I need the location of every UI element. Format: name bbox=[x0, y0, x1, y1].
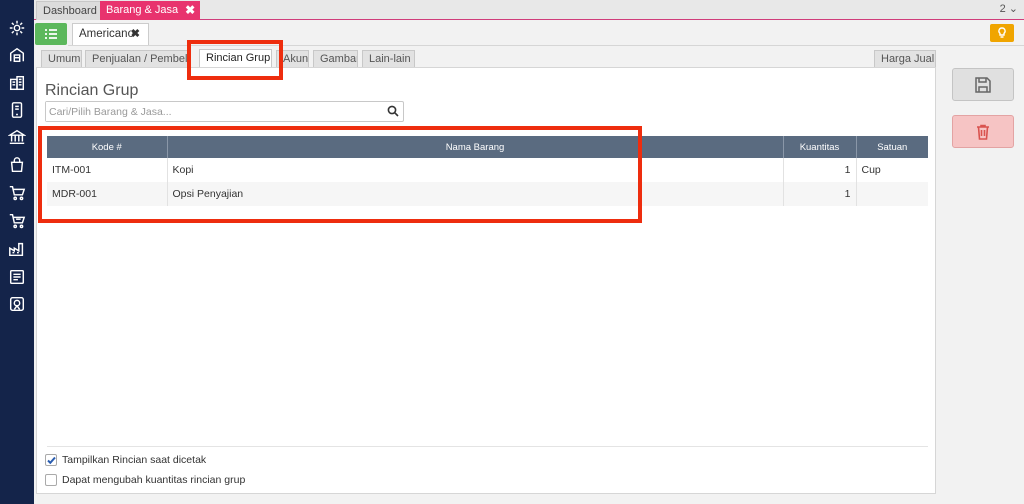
tab-dashboard-label: Dashboard bbox=[43, 5, 97, 17]
print-details-label: Tampilkan Rincian saat dicetak bbox=[62, 454, 207, 466]
warehouse-icon[interactable] bbox=[7, 45, 27, 65]
tab-lain-lain[interactable]: Lain-lain bbox=[362, 50, 415, 68]
badge-icon[interactable] bbox=[7, 294, 27, 314]
document-tab-label: Americano bbox=[79, 28, 134, 40]
bulb-icon bbox=[998, 27, 1006, 38]
page-title: Rincian Grup bbox=[45, 82, 139, 99]
search-input[interactable] bbox=[46, 102, 376, 121]
document-tab[interactable]: Americano ✖ bbox=[72, 23, 149, 45]
mobile-icon[interactable] bbox=[7, 100, 27, 120]
col-kuantitas[interactable]: Kuantitas bbox=[783, 136, 857, 158]
trash-icon bbox=[977, 124, 989, 140]
delete-button[interactable] bbox=[952, 115, 1014, 148]
save-icon bbox=[975, 76, 991, 93]
cell-kuantitas[interactable]: 1 bbox=[783, 182, 857, 206]
highlight-tab-box bbox=[187, 40, 283, 80]
gear-icon[interactable] bbox=[7, 18, 27, 38]
check-icon bbox=[46, 456, 56, 464]
tab-umum[interactable]: Umum bbox=[41, 50, 82, 68]
search-icon[interactable] bbox=[387, 105, 400, 118]
bag-icon[interactable] bbox=[7, 155, 27, 175]
editable-qty-checkbox[interactable] bbox=[45, 474, 57, 486]
editable-qty-option[interactable]: Dapat mengubah kuantitas rincian grup bbox=[45, 473, 245, 487]
building-icon[interactable] bbox=[7, 73, 27, 93]
cart-alt-icon[interactable] bbox=[7, 211, 27, 231]
print-details-option[interactable]: Tampilkan Rincian saat dicetak bbox=[45, 453, 206, 467]
list-icon bbox=[45, 29, 57, 39]
left-sidebar bbox=[0, 0, 34, 504]
close-icon[interactable]: ✖ bbox=[131, 24, 140, 45]
tab-barang-jasa[interactable]: Barang & Jasa ✖ bbox=[100, 1, 201, 20]
factory-icon[interactable] bbox=[7, 239, 27, 259]
cell-kuantitas[interactable]: 1 bbox=[783, 158, 857, 182]
tab-dashboard[interactable]: Dashboard bbox=[36, 1, 104, 20]
save-button[interactable] bbox=[952, 68, 1014, 101]
highlight-table-box bbox=[38, 126, 642, 223]
col-satuan[interactable]: Satuan bbox=[856, 136, 928, 158]
search-box bbox=[45, 101, 404, 122]
top-tab-bar: Dashboard Barang & Jasa ✖ 2 ⌄ bbox=[34, 0, 1024, 20]
list-button[interactable] bbox=[35, 23, 67, 45]
tab-harga-jual[interactable]: Harga Jual bbox=[874, 50, 936, 68]
editable-qty-label: Dapat mengubah kuantitas rincian grup bbox=[62, 474, 246, 486]
tab-gambar[interactable]: Gambar bbox=[313, 50, 358, 68]
bank-icon[interactable] bbox=[7, 127, 27, 147]
cell-satuan[interactable]: Cup bbox=[856, 158, 928, 182]
close-icon[interactable]: ✖ bbox=[185, 1, 195, 20]
tab-barang-jasa-label: Barang & Jasa bbox=[106, 4, 179, 16]
bulb-button[interactable] bbox=[990, 24, 1014, 42]
tab-penjualan-pembelian[interactable]: Penjualan / Pembelian bbox=[85, 50, 189, 68]
tab-counter[interactable]: 2 ⌄ bbox=[1000, 2, 1018, 15]
print-details-checkbox[interactable] bbox=[45, 454, 57, 466]
report-icon[interactable] bbox=[7, 267, 27, 287]
divider bbox=[47, 446, 928, 447]
cart-icon[interactable] bbox=[7, 183, 27, 203]
cell-satuan[interactable] bbox=[856, 182, 928, 206]
